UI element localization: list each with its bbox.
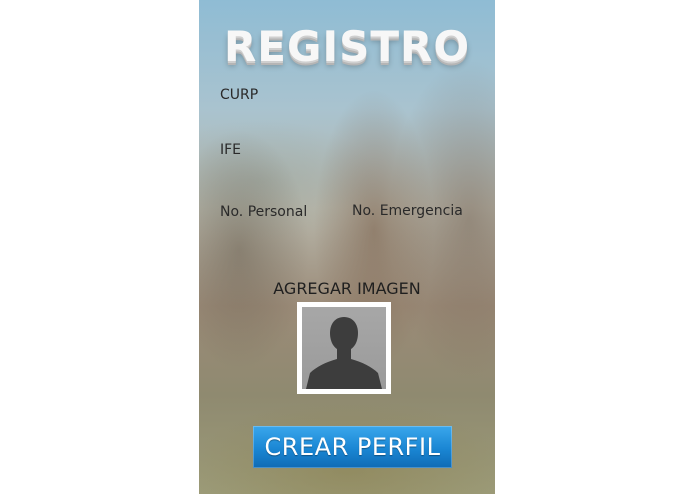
create-profile-button[interactable]: CREAR PERFIL [253, 426, 452, 468]
avatar [302, 307, 386, 389]
curp-field[interactable]: CURP [220, 87, 258, 103]
profile-image-picker[interactable] [297, 302, 391, 394]
page-title: REGISTRO [223, 22, 471, 71]
personal-number-field[interactable]: No. Personal [220, 204, 307, 220]
page: REGISTRO CURP IFE No. Personal No. Emerg… [0, 0, 695, 494]
default-user-silhouette-icon [306, 317, 382, 389]
emergency-number-field[interactable]: No. Emergencia [352, 203, 463, 219]
ife-field[interactable]: IFE [220, 142, 241, 158]
registration-screen: REGISTRO CURP IFE No. Personal No. Emerg… [199, 0, 495, 494]
add-image-label: AGREGAR IMAGEN [273, 279, 421, 298]
